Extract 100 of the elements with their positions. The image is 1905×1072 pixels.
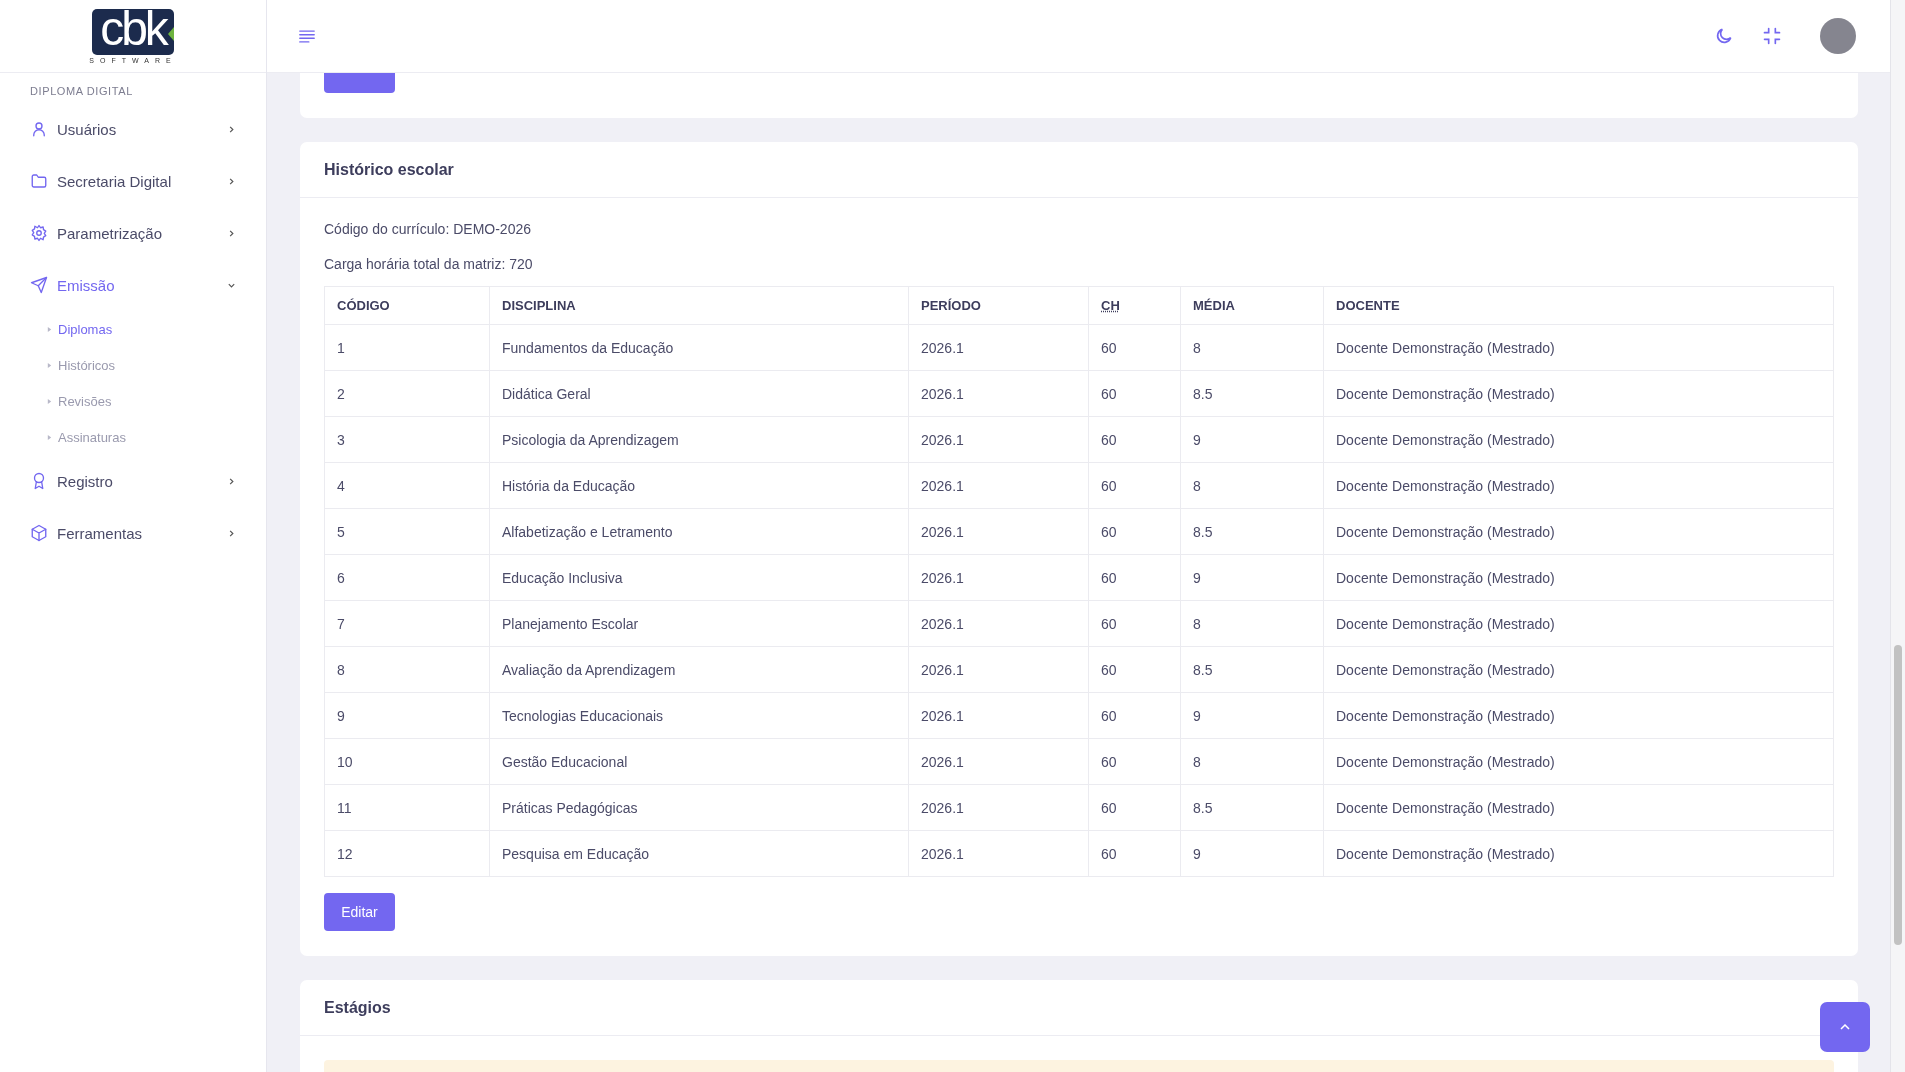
table-cell: Docente Demonstração (Mestrado) [1323,646,1834,693]
table-cell: 60 [1088,646,1181,693]
table-cell: Docente Demonstração (Mestrado) [1323,324,1834,371]
caret-icon [47,397,52,405]
column-header: MÉDIA [1180,286,1324,325]
table-cell: Docente Demonstração (Mestrado) [1323,508,1834,555]
table-cell: 8 [1180,462,1324,509]
table-cell: 8.5 [1180,370,1324,417]
table-cell: 2026.1 [908,692,1089,739]
send-icon [30,276,48,294]
table-cell: 60 [1088,462,1181,509]
table-cell: 8 [1180,600,1324,647]
table-cell: Práticas Pedagógicas [489,784,909,831]
sidebar-item[interactable]: Ferramentas [0,507,266,559]
table-cell: 9 [1180,692,1324,739]
table-cell: 9 [1180,416,1324,463]
table-cell: 3 [324,416,490,463]
table-cell: 60 [1088,554,1181,601]
table-cell: 2 [324,370,490,417]
card-title: Estágios [324,998,391,1017]
table-cell: 2026.1 [908,462,1089,509]
table-cell: Alfabetização e Letramento [489,508,909,555]
submenu-item[interactable]: Diplomas [0,311,266,347]
scrollbar-thumb[interactable] [1894,645,1902,945]
table-cell: 2026.1 [908,646,1089,693]
table-cell: 8 [1180,324,1324,371]
column-header: DISCIPLINA [489,286,909,325]
info-text: Código do currículo: DEMO-2026 [324,222,532,237]
table-cell: 60 [1088,324,1181,371]
avatar[interactable] [1820,18,1856,54]
submenu-item[interactable]: Revisões [0,383,266,419]
sidebar-item[interactable]: Usuários [0,103,266,155]
column-header: DOCENTE [1323,286,1834,325]
sidebar-item[interactable]: Emissão [0,259,266,311]
sidebar-item[interactable]: Registro [0,455,266,507]
minimize-icon[interactable] [1762,26,1782,46]
moon-icon[interactable] [1714,26,1734,46]
table-cell: 7 [324,600,490,647]
table-cell: 60 [1088,416,1181,463]
table-cell: Tecnologias Educacionais [489,692,909,739]
table-cell: 2026.1 [908,738,1089,785]
table-cell: História da Educação [489,462,909,509]
table-cell: 8 [324,646,490,693]
table-cell: 2026.1 [908,600,1089,647]
table-cell: 2026.1 [908,370,1089,417]
table-cell: 4 [324,462,490,509]
table-cell: 2026.1 [908,554,1089,601]
table-cell: 9 [1180,830,1324,877]
table-cell: 2026.1 [908,784,1089,831]
caret-icon [47,361,52,369]
table-cell: 10 [324,738,490,785]
table-cell: Educação Inclusiva [489,554,909,601]
caret-icon [47,433,52,441]
table-cell: 2026.1 [908,416,1089,463]
section-label: DIPLOMA DIGITAL [29,84,134,99]
table-cell: 9 [324,692,490,739]
table-cell: Psicologia da Aprendizagem [489,416,909,463]
scroll-top-button[interactable] [1820,1002,1870,1052]
table-cell: Avaliação da Aprendizagem [489,646,909,693]
table-cell: 60 [1088,738,1181,785]
table-cell: Docente Demonstração (Mestrado) [1323,738,1834,785]
table-cell: 60 [1088,600,1181,647]
table-cell: 60 [1088,508,1181,555]
table-cell: 9 [1180,554,1324,601]
table-cell: 2026.1 [908,830,1089,877]
table-cell: 6 [324,554,490,601]
column-header: CÓDIGO [324,286,490,325]
edit-button[interactable]: Editar [324,893,395,931]
caret-icon [47,325,52,333]
table-cell: Docente Demonstração (Mestrado) [1323,600,1834,647]
submenu-item[interactable]: Assinaturas [0,419,266,455]
chevron-up-icon [1840,1024,1850,1030]
table-cell: 60 [1088,830,1181,877]
sidebar-item[interactable]: Parametrização [0,207,266,259]
table-cell: 60 [1088,370,1181,417]
sidebar-item[interactable]: Secretaria Digital [0,155,266,207]
table-cell: 11 [324,784,490,831]
table-cell: Docente Demonstração (Mestrado) [1323,416,1834,463]
column-header: CH [1088,286,1181,325]
settings-icon [30,224,48,242]
folder-icon [30,172,48,190]
menu-icon[interactable] [298,28,316,44]
table-cell: 60 [1088,692,1181,739]
info-text: Carga horária total da matriz: 720 [324,257,534,272]
box-icon [30,524,48,542]
table-cell: Fundamentos da Educação [489,324,909,371]
table-cell: 8 [1180,738,1324,785]
table-cell: Pesquisa em Educação [489,830,909,877]
table-cell: Docente Demonstração (Mestrado) [1323,692,1834,739]
submenu-item[interactable]: Históricos [0,347,266,383]
table-cell: 8.5 [1180,784,1324,831]
table-cell: Docente Demonstração (Mestrado) [1323,370,1834,417]
table-cell: Didática Geral [489,370,909,417]
table-cell: 8.5 [1180,646,1324,693]
table-cell: 2026.1 [908,324,1089,371]
user-icon [30,120,48,138]
table-cell: 12 [324,830,490,877]
table-cell: Planejamento Escolar [489,600,909,647]
card-title: Histórico escolar [324,160,454,179]
table-cell: 1 [324,324,490,371]
